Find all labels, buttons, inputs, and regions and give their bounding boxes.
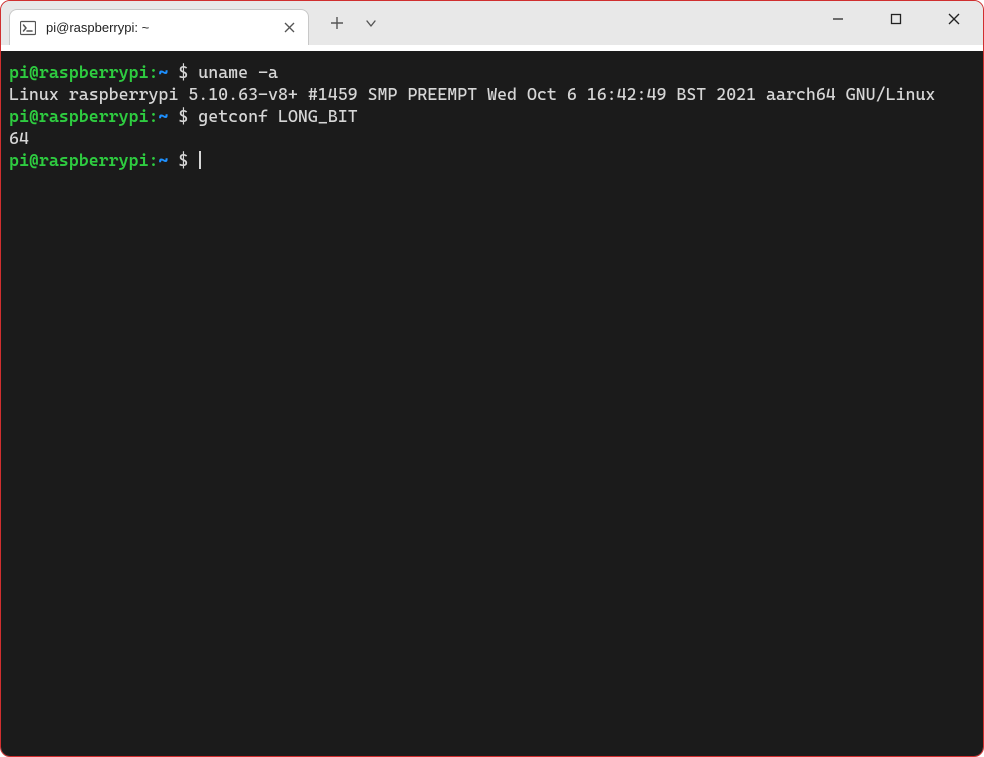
new-tab-button[interactable] bbox=[323, 9, 351, 37]
close-button[interactable] bbox=[925, 1, 983, 37]
prompt-sep: : bbox=[148, 150, 158, 170]
prompt-user-host: pi@raspberrypi bbox=[9, 150, 148, 170]
window-controls bbox=[809, 1, 983, 45]
tab-active[interactable]: pi@raspberrypi: ~ bbox=[9, 9, 309, 45]
command-2: getconf LONG_BIT bbox=[198, 106, 357, 126]
command-1: uname -a bbox=[198, 62, 278, 82]
maximize-button[interactable] bbox=[867, 1, 925, 37]
prompt-symbol: $ bbox=[178, 150, 188, 170]
prompt-path: ~ bbox=[158, 62, 168, 82]
prompt-symbol: $ bbox=[178, 62, 188, 82]
titlebar[interactable]: pi@raspberrypi: ~ bbox=[1, 1, 983, 45]
prompt-sep: : bbox=[148, 62, 158, 82]
tabbar-actions bbox=[309, 1, 385, 45]
prompt-symbol: $ bbox=[178, 106, 188, 126]
terminal-window: pi@raspberrypi: ~ bbox=[0, 0, 984, 757]
prompt-user-host: pi@raspberrypi bbox=[9, 106, 148, 126]
terminal-body[interactable]: pi@raspberrypi:~ $ uname -a Linux raspbe… bbox=[1, 51, 983, 756]
tab-dropdown-button[interactable] bbox=[357, 9, 385, 37]
tab-close-button[interactable] bbox=[280, 19, 298, 37]
tab-title: pi@raspberrypi: ~ bbox=[46, 20, 270, 35]
output-1: Linux raspberrypi 5.10.63-v8+ #1459 SMP … bbox=[9, 84, 935, 104]
prompt-user-host: pi@raspberrypi bbox=[9, 62, 148, 82]
output-2: 64 bbox=[9, 128, 29, 148]
prompt-path: ~ bbox=[158, 106, 168, 126]
cursor bbox=[199, 151, 201, 169]
prompt-sep: : bbox=[148, 106, 158, 126]
minimize-button[interactable] bbox=[809, 1, 867, 37]
terminal-icon bbox=[20, 20, 36, 36]
prompt-path: ~ bbox=[158, 150, 168, 170]
